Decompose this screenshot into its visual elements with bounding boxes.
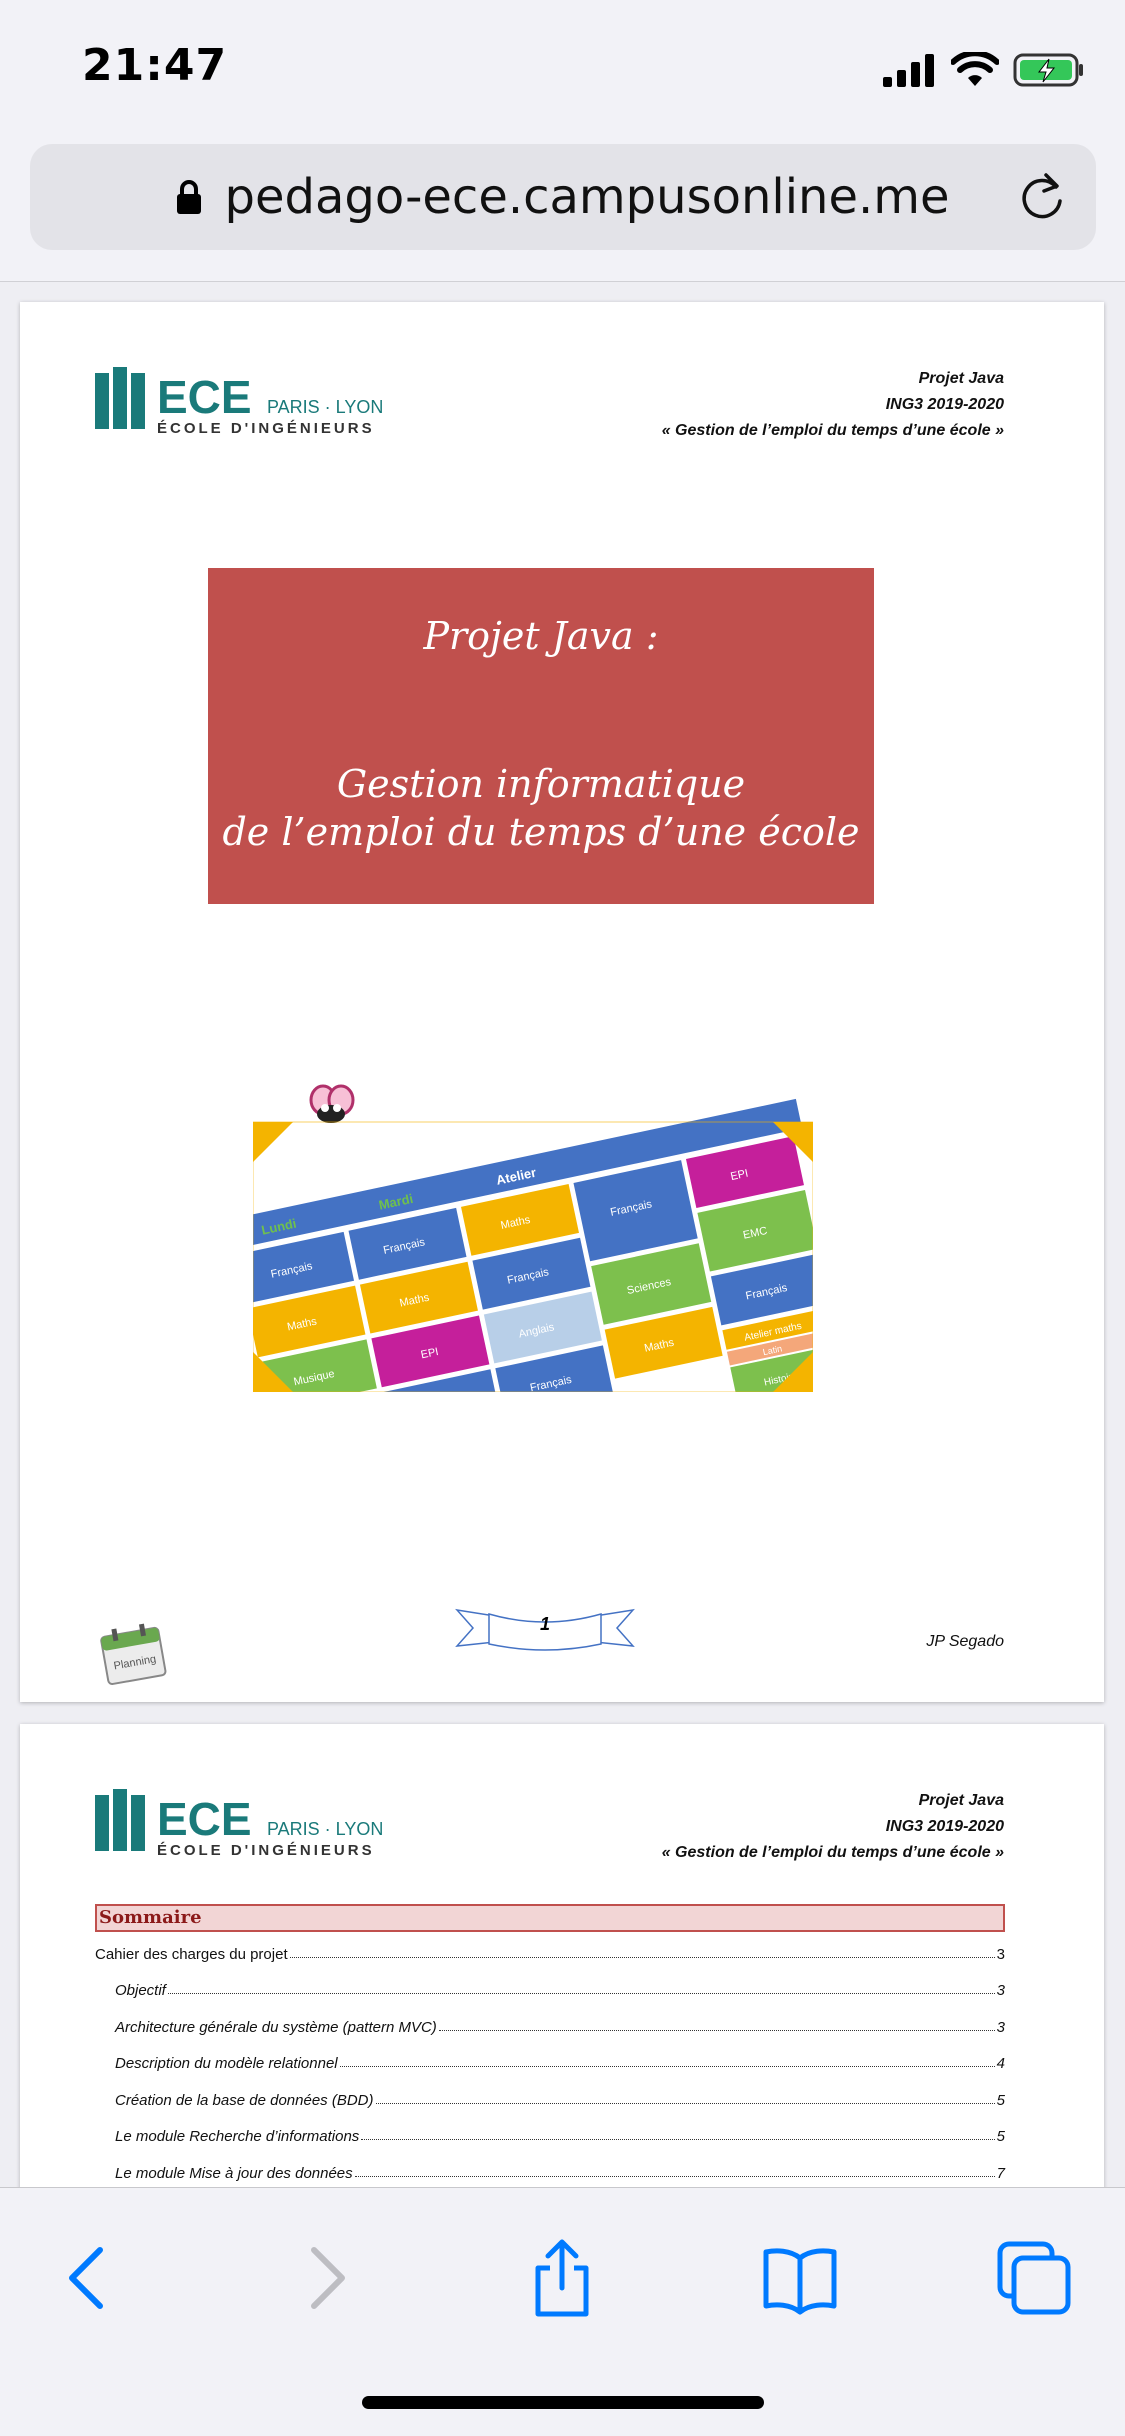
timetable-image: Lundi Mardi Atelier Français Français Ma… (253, 1084, 813, 1392)
bookmarks-icon[interactable] (760, 2238, 840, 2318)
logo-school: ÉCOLE D'INGÉNIEURS (157, 420, 375, 437)
status-time: 21:47 (82, 40, 228, 91)
title-line-1: Projet Java : (423, 614, 659, 658)
header-line-1: Projet Java (918, 1792, 1004, 1809)
logo-brand: ECE (157, 1793, 252, 1845)
pdf-page-2: ECE PARIS · LYON ÉCOLE D'INGÉNIEURS Proj… (20, 1724, 1104, 2187)
toc-entry[interactable]: Objectif 3 (115, 1982, 1005, 1999)
reload-icon[interactable] (1016, 171, 1068, 223)
address-bar[interactable]: pedago-ece.campusonline.me (30, 144, 1096, 250)
mascot-icon (309, 1084, 355, 1123)
toc-title: Sommaire (95, 1904, 1005, 1932)
status-bar: 21:47 (0, 0, 1125, 132)
logo-brand: ECE (157, 371, 252, 423)
toc-entry[interactable]: Le module Mise à jour des données 7 (115, 2165, 1005, 2182)
author-name: JP Segado (926, 1633, 1004, 1650)
ece-logo: ECE PARIS · LYON ÉCOLE D'INGÉNIEURS (95, 367, 383, 437)
toc-entry[interactable]: Architecture générale du système (patter… (115, 2019, 1005, 2036)
cellular-signal-icon (883, 54, 934, 87)
toc-entry[interactable]: Création de la base de données (BDD) 5 (115, 2092, 1005, 2109)
forward-icon[interactable] (284, 2238, 364, 2318)
url-text: pedago-ece.campusonline.me (224, 169, 950, 225)
tabs-icon[interactable] (994, 2238, 1074, 2318)
toc-entry[interactable]: Cahier des charges du projet 3 (95, 1946, 1005, 1963)
title-box: Projet Java : Gestion informatique de l’… (208, 568, 874, 904)
logo-school: ÉCOLE D'INGÉNIEURS (157, 1842, 375, 1859)
toc-entry[interactable]: Le module Recherche d’informations 5 (115, 2128, 1005, 2145)
back-icon[interactable] (50, 2238, 130, 2318)
home-indicator[interactable] (362, 2396, 764, 2409)
planning-calendar-icon: Planning (100, 1623, 167, 1686)
share-icon[interactable] (522, 2238, 602, 2318)
ece-logo: ECE PARIS · LYON ÉCOLE D'INGÉNIEURS (95, 1789, 383, 1859)
header-line-2: ING3 2019-2020 (885, 396, 1004, 413)
pdf-viewer[interactable]: ECE PARIS · LYON ÉCOLE D'INGÉNIEURS Proj… (0, 282, 1125, 2187)
battery-charging-icon (1013, 53, 1083, 87)
url-display[interactable]: pedago-ece.campusonline.me (30, 144, 1096, 250)
logo-cities: PARIS · LYON (267, 1819, 383, 1839)
header-line-3: « Gestion de l’emploi du temps d’une éco… (661, 422, 1004, 439)
header-line-1: Projet Java (918, 370, 1004, 387)
pdf-page-1: ECE PARIS · LYON ÉCOLE D'INGÉNIEURS Proj… (20, 302, 1104, 1702)
wifi-icon (951, 52, 999, 86)
doc-header: Projet Java ING3 2019-2020 « Gestion de … (662, 366, 1004, 444)
page-number: 1 (539, 1614, 550, 1634)
title-line-3: de l’emploi du temps d’une école (222, 810, 860, 854)
logo-cities: PARIS · LYON (267, 397, 383, 417)
status-icons (881, 50, 1085, 90)
header-line-3: « Gestion de l’emploi du temps d’une éco… (661, 1844, 1004, 1861)
toc-entry[interactable]: Description du modèle relationnel 4 (115, 2055, 1005, 2072)
doc-header: Projet Java ING3 2019-2020 « Gestion de … (662, 1788, 1004, 1866)
address-bar-container: pedago-ece.campusonline.me (0, 132, 1125, 282)
title-line-2: Gestion informatique (336, 762, 746, 806)
page-number-banner: 1 (455, 1602, 635, 1652)
lock-icon (177, 180, 202, 214)
header-line-2: ING3 2019-2020 (885, 1818, 1004, 1835)
